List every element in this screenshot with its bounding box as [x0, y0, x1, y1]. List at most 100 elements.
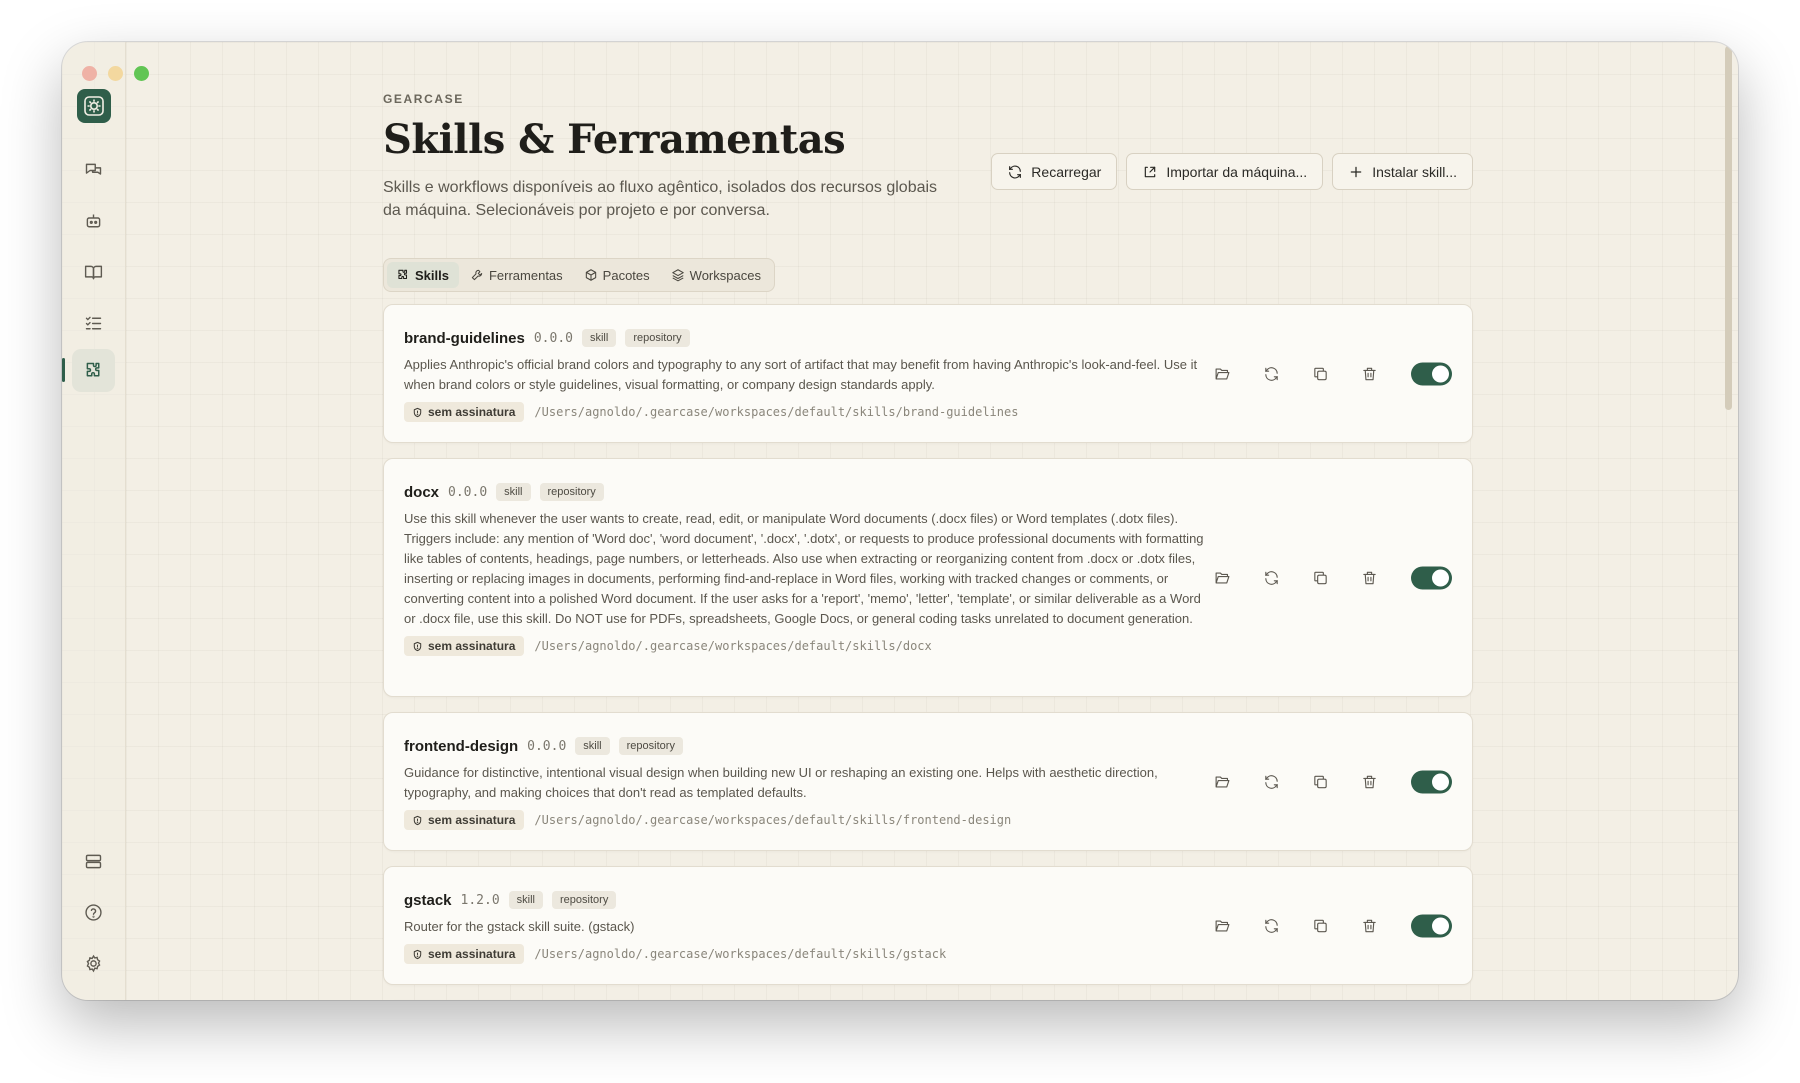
skill-path: /Users/agnoldo/.gearcase/workspaces/defa… [534, 947, 947, 961]
sidebar-item-settings[interactable] [72, 942, 115, 985]
book-icon [84, 265, 103, 280]
server-icon [85, 854, 102, 869]
signature-badge: sem assinatura [404, 636, 525, 656]
app-label: GEARCASE [383, 92, 464, 106]
open-folder-button[interactable] [1212, 772, 1232, 792]
skill-path: /Users/agnoldo/.gearcase/workspaces/defa… [534, 405, 1019, 419]
import-icon [1145, 166, 1156, 177]
app-logo[interactable] [77, 89, 111, 123]
sidebar [62, 42, 126, 1000]
zoom-window-button[interactable] [134, 66, 149, 81]
skill-version: 1.2.0 [460, 892, 500, 908]
install-skill-button[interactable]: Instalar skill... [1332, 153, 1473, 190]
skill-card: brand-guidelines 0.0.0 skill repository … [383, 304, 1473, 443]
refresh-skill-button[interactable] [1261, 568, 1281, 588]
copy-skill-button[interactable] [1310, 364, 1330, 384]
skill-source-badge: repository [552, 891, 617, 909]
sidebar-item-agents[interactable] [72, 200, 115, 243]
trash-icon [1362, 919, 1376, 932]
folder-open-icon [1215, 367, 1229, 380]
skill-enabled-toggle[interactable] [1411, 566, 1452, 589]
shield-icon [413, 949, 422, 959]
refresh-icon [1264, 918, 1278, 933]
puzzle-icon [86, 362, 100, 377]
skill-actions [1212, 914, 1452, 937]
folder-open-icon [1215, 919, 1229, 932]
delete-skill-button[interactable] [1359, 364, 1379, 384]
skill-version: 0.0.0 [533, 330, 573, 346]
tab-ferramentas[interactable]: Ferramentas [461, 262, 573, 288]
skill-name: docx [404, 483, 440, 501]
package-icon [585, 269, 596, 281]
skill-enabled-toggle[interactable] [1411, 770, 1452, 793]
tab-label: Skills [415, 267, 449, 283]
folder-open-icon [1215, 775, 1229, 788]
delete-skill-button[interactable] [1359, 772, 1379, 792]
refresh-skill-button[interactable] [1261, 916, 1281, 936]
tab-bar: Skills Ferramentas Pacotes Workspaces [383, 258, 775, 292]
shield-icon [413, 815, 422, 825]
import-button[interactable]: Importar da máquina... [1126, 153, 1324, 190]
scrollbar[interactable] [1725, 46, 1732, 410]
skill-enabled-toggle[interactable] [1411, 914, 1452, 937]
reload-button[interactable]: Recarregar [991, 153, 1118, 190]
copy-icon [1313, 571, 1327, 584]
open-folder-button[interactable] [1212, 568, 1232, 588]
signature-label: sem assinatura [428, 405, 516, 419]
copy-skill-button[interactable] [1310, 916, 1330, 936]
tab-skills[interactable]: Skills [387, 262, 459, 288]
sidebar-item-library[interactable] [72, 251, 115, 294]
skill-description: Applies Anthropic's official brand color… [404, 357, 1198, 392]
skill-actions [1212, 770, 1452, 793]
skill-source-badge: repository [618, 737, 683, 755]
app-window: GEARCASE Skills & Ferramentas Skills e w… [62, 42, 1738, 1000]
copy-icon [1313, 367, 1327, 380]
skill-name: frontend-design [404, 737, 519, 755]
sidebar-item-skills[interactable] [72, 349, 115, 392]
tab-pacotes[interactable]: Pacotes [575, 262, 660, 288]
refresh-skill-button[interactable] [1261, 772, 1281, 792]
checklist-icon [85, 316, 102, 330]
refresh-skill-button[interactable] [1261, 364, 1281, 384]
skill-type-badge: skill [575, 737, 610, 755]
skill-version: 0.0.0 [448, 484, 488, 500]
delete-skill-button[interactable] [1359, 916, 1379, 936]
signature-label: sem assinatura [428, 947, 516, 961]
skill-card: frontend-design 0.0.0 skill repository G… [383, 712, 1473, 851]
sidebar-item-storage[interactable] [72, 840, 115, 883]
plus-icon [1350, 166, 1362, 177]
signature-badge: sem assinatura [404, 402, 525, 422]
skill-type-badge: skill [581, 329, 617, 347]
trash-icon [1362, 775, 1376, 788]
tab-label: Ferramentas [488, 267, 563, 283]
sidebar-item-tasks[interactable] [72, 302, 115, 345]
skill-description: Guidance for distinctive, intentional vi… [404, 765, 1158, 800]
skill-card-body: docx 0.0.0 skill repository Use this ski… [404, 481, 1210, 657]
refresh-icon [1264, 774, 1278, 789]
tab-workspaces[interactable]: Workspaces [662, 262, 771, 288]
copy-icon [1313, 775, 1327, 788]
signature-label: sem assinatura [428, 813, 516, 827]
refresh-icon [1264, 570, 1278, 585]
skill-description: Router for the gstack skill suite. (gsta… [404, 919, 635, 934]
skill-enabled-toggle[interactable] [1411, 362, 1452, 385]
tab-label: Pacotes [602, 267, 650, 283]
sidebar-item-help[interactable] [72, 891, 115, 934]
delete-skill-button[interactable] [1359, 568, 1379, 588]
skill-source-badge: repository [625, 329, 690, 347]
signature-badge: sem assinatura [404, 944, 525, 964]
open-folder-button[interactable] [1212, 916, 1232, 936]
copy-skill-button[interactable] [1310, 772, 1330, 792]
wrench-icon [471, 269, 483, 281]
skill-card-body: gstack 1.2.0 skill repository Router for… [404, 889, 1210, 965]
copy-skill-button[interactable] [1310, 568, 1330, 588]
open-folder-button[interactable] [1212, 364, 1232, 384]
robot-icon [86, 214, 101, 228]
skill-card: docx 0.0.0 skill repository Use this ski… [383, 458, 1473, 697]
page-title: Skills & Ferramentas [383, 116, 846, 163]
gear-logo-icon [84, 96, 104, 116]
sidebar-item-chat[interactable] [72, 149, 115, 192]
install-label: Instalar skill... [1372, 163, 1457, 180]
skill-type-badge: skill [508, 891, 544, 909]
signature-label: sem assinatura [428, 639, 516, 653]
